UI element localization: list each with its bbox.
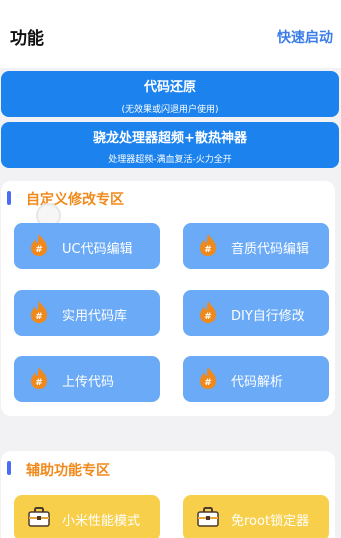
upload-code-button[interactable]: # 上传代码 xyxy=(14,356,160,402)
flame-hash-icon: # xyxy=(31,301,47,323)
flame-hash-icon: # xyxy=(31,367,47,389)
no-root-locker-button[interactable]: 免root锁定器 xyxy=(183,495,329,538)
tile-label: DIY自行修改 xyxy=(231,309,305,324)
svg-text:#: # xyxy=(204,312,212,322)
svg-text:#: # xyxy=(204,378,212,388)
snapdragon-overclock-banner[interactable]: 骁龙处理器超频+散热神器 处理器超频-满血复活-火力全开 xyxy=(1,122,339,168)
toolbox-icon xyxy=(28,507,50,527)
tile-label: 上传代码 xyxy=(62,375,115,390)
flame-hash-icon: # xyxy=(200,367,216,389)
tile-label: 音质代码编辑 xyxy=(231,242,310,257)
tile-label: 免root锁定器 xyxy=(231,514,310,529)
tile-label: UC代码编辑 xyxy=(62,242,133,257)
code-restore-subtitle: (无效果或闪退用户使用) xyxy=(121,105,219,115)
svg-text:#: # xyxy=(35,245,43,255)
flame-hash-icon: # xyxy=(200,301,216,323)
code-restore-banner[interactable]: 代码还原 (无效果或闪退用户使用) xyxy=(1,71,339,117)
code-restore-title: 代码还原 xyxy=(143,80,196,95)
flame-hash-icon: # xyxy=(200,234,216,256)
page-title: 功能 xyxy=(10,29,44,49)
toolbox-icon xyxy=(197,507,219,527)
tile-label: 小米性能模式 xyxy=(62,514,141,529)
audio-code-edit-button[interactable]: # 音质代码编辑 xyxy=(183,223,329,269)
flame-hash-icon: # xyxy=(31,234,47,256)
section-marker xyxy=(7,191,11,205)
xiaomi-performance-mode-button[interactable]: 小米性能模式 xyxy=(14,495,160,538)
snapdragon-overclock-subtitle: 处理器超频-满血复活-火力全开 xyxy=(108,155,232,165)
svg-text:#: # xyxy=(35,312,43,322)
tile-label: 代码解析 xyxy=(231,375,284,390)
uc-code-edit-button[interactable]: # UC代码编辑 xyxy=(14,223,160,269)
diy-modify-button[interactable]: # DIY自行修改 xyxy=(183,290,329,336)
svg-text:#: # xyxy=(204,245,212,255)
app-header: 功能 快速启动 xyxy=(0,0,341,68)
svg-text:#: # xyxy=(35,378,43,388)
snapdragon-overclock-title: 骁龙处理器超频+散热神器 xyxy=(93,131,247,146)
section-marker xyxy=(7,461,11,475)
code-library-button[interactable]: # 实用代码库 xyxy=(14,290,160,336)
quick-start-button[interactable]: 快速启动 xyxy=(277,27,333,47)
code-parse-button[interactable]: # 代码解析 xyxy=(183,356,329,402)
tile-label: 实用代码库 xyxy=(62,309,128,324)
section-title: 辅助功能专区 xyxy=(26,463,110,479)
